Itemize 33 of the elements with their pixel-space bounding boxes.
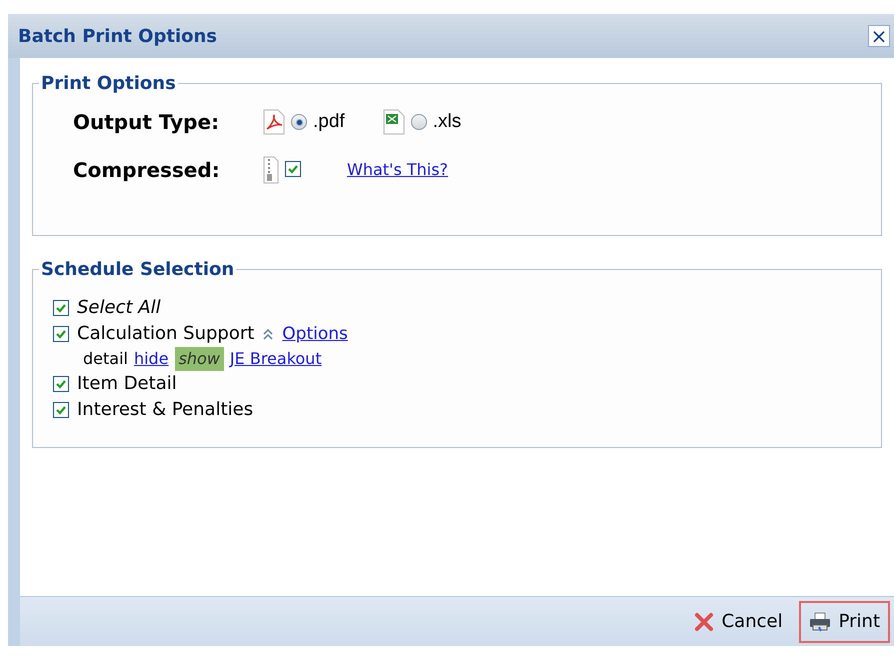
zip-file-icon [263, 156, 279, 184]
option-label: .xls [432, 110, 462, 134]
checkbox-label: Interest & Penalties [77, 398, 254, 422]
checkbox[interactable] [53, 300, 69, 316]
detail-label: detail [83, 348, 128, 370]
print-button[interactable]: Print [798, 600, 890, 642]
radio-button[interactable] [410, 114, 427, 130]
checkbox-label: Calculation Support [77, 322, 254, 346]
checkbox[interactable] [53, 376, 69, 392]
close-icon [694, 612, 714, 632]
detail-toggle[interactable]: show [174, 347, 224, 371]
detail-toggle[interactable]: hide [134, 347, 169, 371]
window-title: Batch Print Options [18, 24, 218, 48]
pdf-file-icon [263, 109, 285, 135]
field-label: Compressed: [73, 157, 221, 184]
radio-button[interactable] [291, 114, 307, 130]
checkbox-label: Item Detail [77, 372, 177, 396]
option-label: .pdf [313, 110, 345, 134]
breakout-link[interactable]: JE Breakout [230, 347, 322, 371]
cancel-button[interactable]: Cancel [684, 600, 793, 642]
checkbox[interactable] [53, 326, 69, 342]
help-link[interactable]: What's This? [347, 158, 448, 182]
options-link[interactable]: Options [282, 321, 348, 347]
checkbox[interactable] [285, 161, 301, 177]
checkbox-label: Select All [77, 296, 161, 320]
checkbox[interactable] [53, 402, 69, 418]
collapse-icon[interactable] [262, 328, 274, 340]
close-button[interactable]: × [868, 25, 890, 47]
spreadsheet-file-icon [382, 109, 405, 135]
printer-icon [808, 612, 831, 632]
field-label: Output Type: [73, 109, 220, 136]
group-legend: Schedule Selection [39, 256, 236, 283]
group-legend: Print Options [39, 70, 178, 97]
